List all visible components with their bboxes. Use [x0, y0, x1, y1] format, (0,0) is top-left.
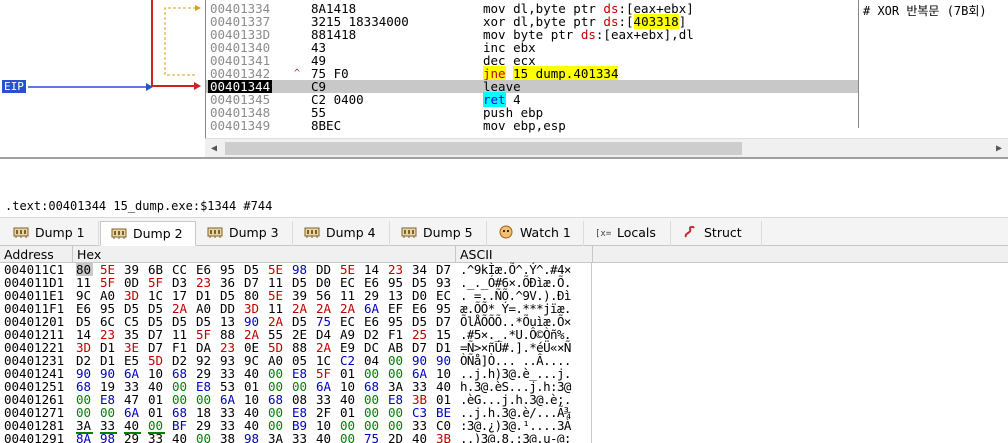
tab-watch-1[interactable]: Watch 1 [488, 221, 584, 246]
svg-text:[x=]: [x=] [595, 229, 611, 239]
dump-row[interactable]: 00401291 8A 98 29 33 40 00 38 98 3A 33 40 00 75 2D 40 3B… [0, 432, 592, 443]
instruction-token: :[eax+ebx],dl [595, 27, 694, 42]
hex-byte[interactable]: 40 [172, 432, 189, 443]
hex-byte[interactable]: 75 [364, 432, 381, 443]
tab-label: Struct [704, 225, 742, 240]
empty-column-header [593, 246, 1008, 263]
tab-label: Dump 1 [35, 225, 85, 240]
tab-label: Watch 1 [520, 225, 571, 240]
instruction-token: 15_dump.401334 [513, 66, 619, 81]
tab-label: Dump 4 [326, 225, 376, 240]
hex-byte[interactable]: 40 [412, 432, 429, 443]
ascii-text[interactable]: ..)3@.8.:3@.u-@; [460, 432, 571, 443]
tab-label: Dump 2 [133, 226, 183, 241]
instruction-address: 00401349 [210, 118, 271, 133]
loop-jump-arrowhead [195, 5, 201, 11]
horizontal-scrollbar[interactable]: ◀ ▶ [205, 138, 1008, 157]
struct-icon [682, 223, 698, 238]
memory-icon [207, 223, 223, 238]
tab-dump-3[interactable]: Dump 3 [197, 221, 293, 246]
memory-icon [13, 223, 29, 238]
hex-byte[interactable]: 38 [220, 432, 237, 443]
eip-branch-arrowhead [194, 82, 201, 90]
hex-dump-body[interactable]: 004011C1 80 5E 39 6B CC E6 95 D5 5E 98 DD 5E 14 23 34 D7… [0, 263, 592, 443]
info-panel: .text:00401344 15_dump.exe:$1344 #744 [0, 157, 1008, 215]
hex-byte[interactable]: 98 [100, 432, 117, 443]
tab-label: Locals [617, 225, 656, 240]
tab-struct[interactable]: Struct [672, 221, 762, 246]
address-column-header[interactable]: Address [0, 246, 73, 263]
comment-column-separator [858, 0, 859, 128]
hex-byte[interactable]: 00 [340, 432, 357, 443]
hex-byte[interactable]: 33 [292, 432, 309, 443]
jump-arrow-gutter: EIP [0, 0, 205, 157]
hex-byte[interactable]: 3B [436, 432, 453, 443]
tab-locals[interactable]: [x=] Locals [585, 221, 671, 246]
hex-byte[interactable]: 8A [76, 432, 93, 443]
ascii-column-header[interactable]: ASCII [456, 246, 593, 263]
tab-dump-2[interactable]: Dump 2 [100, 221, 196, 246]
tab-dump-1[interactable]: Dump 1 [3, 221, 99, 246]
current-instruction-row[interactable]: 00401344 C9 leave [206, 80, 859, 93]
tab-dump-4[interactable]: Dump 4 [294, 221, 390, 246]
instruction-token: mov ebp,esp [483, 118, 566, 133]
scroll-left-icon[interactable]: ◀ [207, 142, 221, 155]
scrollbar-thumb[interactable] [225, 142, 742, 155]
instruction-row[interactable]: 00401342 ^ 75 F0 jne 15_dump.401334 [206, 66, 859, 81]
memory-icon [111, 224, 127, 239]
hex-byte[interactable]: 33 [148, 432, 165, 443]
memory-icon [304, 223, 320, 238]
instruction-token: ds [580, 27, 596, 42]
scroll-right-icon[interactable]: ▶ [992, 142, 1006, 155]
dump-address: 00401291 [4, 431, 65, 443]
eip-label: EIP [2, 80, 26, 93]
hex-byte[interactable]: 3A [268, 432, 285, 443]
dump-right-area [593, 263, 1008, 443]
memory-icon [401, 223, 417, 238]
comment-text: # XOR 반복문 (7B회) [863, 4, 987, 18]
disassembly-pane[interactable]: EIP 00401334 8A1418 mov dl,byte ptr ds:[ea… [0, 0, 1008, 157]
info-line: .text:00401344 15_dump.exe:$1344 #744 [5, 199, 273, 213]
hex-column-header[interactable]: Hex [73, 246, 456, 263]
hex-dump-pane[interactable]: Address Hex ASCII 004011C1 80 5E 39 6B CC E6 95… [0, 246, 1008, 443]
hex-byte[interactable]: 98 [244, 432, 261, 443]
hex-byte[interactable]: 2D [388, 432, 405, 443]
tab-label: Dump 5 [423, 225, 473, 240]
instruction-row[interactable]: 00401349 8BEC mov ebp,esp [206, 119, 859, 132]
hex-byte[interactable]: 40 [316, 432, 333, 443]
dump-tab-bar: Dump 1 Dump 2 Dump 3 Dump 4 Dump 5 Watch 1 [x=… [0, 217, 1008, 246]
instruction-text: mov ebp,esp [483, 119, 566, 132]
hex-byte[interactable]: 29 [124, 432, 141, 443]
watch-icon [498, 223, 514, 239]
hex-byte[interactable]: 00 [196, 432, 213, 443]
tab-label: Dump 3 [229, 225, 279, 240]
eip-branch-line [151, 0, 195, 87]
jump-direction-icon: ^ [294, 68, 301, 79]
variable-icon: [x=] [595, 223, 617, 239]
instruction-bytes: 8BEC [311, 118, 342, 133]
jump-arrows [28, 0, 201, 91]
instruction-list[interactable]: 00401334 8A1418 mov dl,byte ptr ds:[eax+eb… [205, 0, 1008, 157]
tab-dump-5[interactable]: Dump 5 [391, 221, 487, 246]
loop-jump-arrow [164, 7, 195, 76]
